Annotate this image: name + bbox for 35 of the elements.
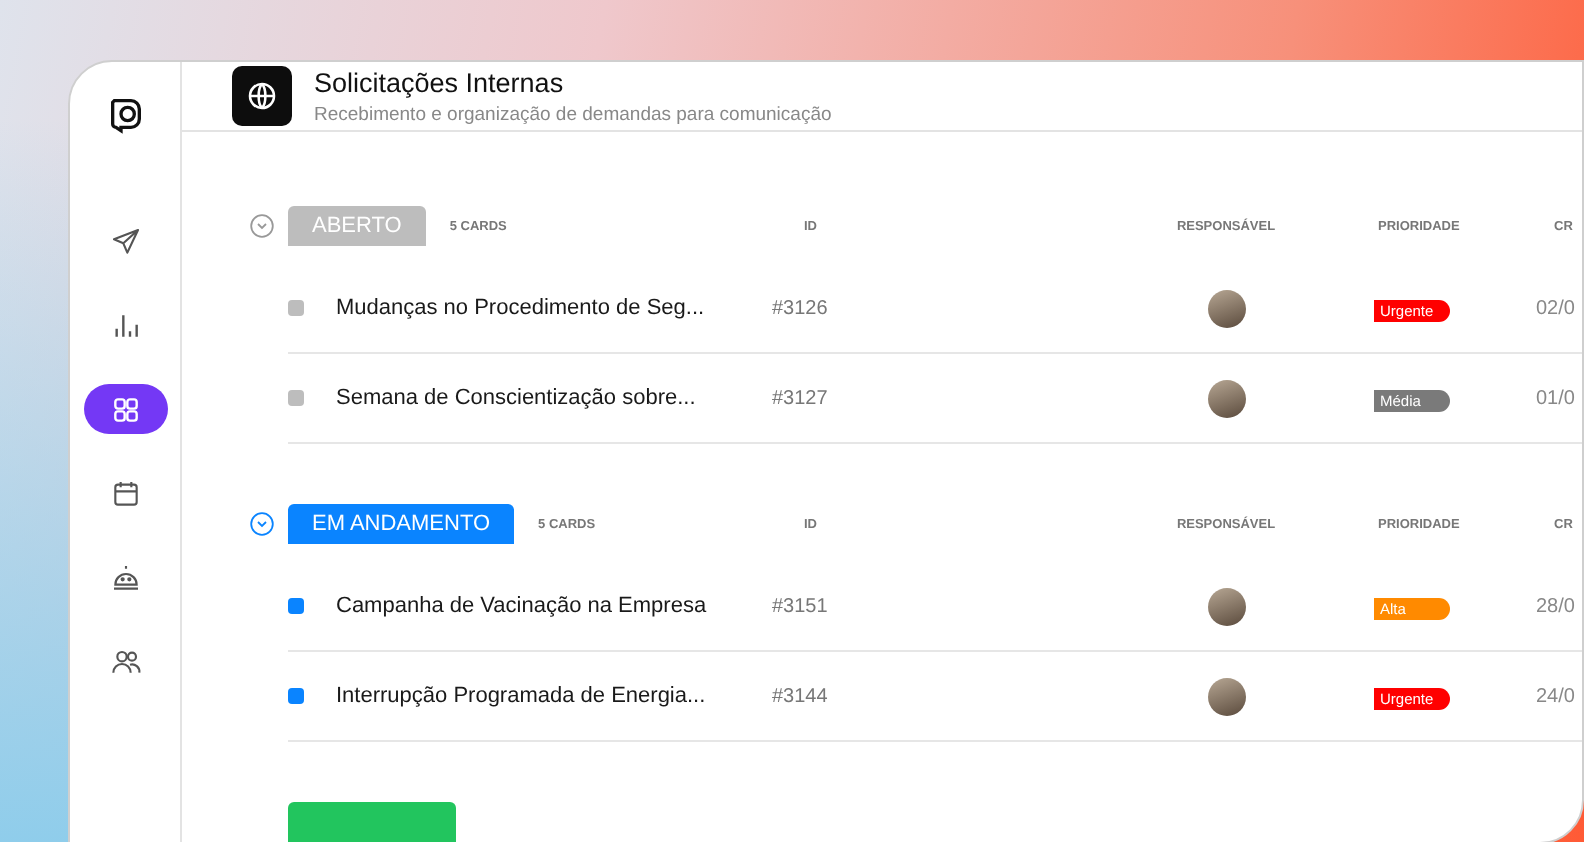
status-square-icon [288,300,304,316]
avatar [1207,289,1245,327]
status-square-icon [288,598,304,614]
task-date: 24/0 [1536,685,1577,707]
status-square-icon [288,688,304,704]
page-title: Solicitações Internas [314,67,566,97]
task-id: #3127 [772,387,830,409]
page-subtitle: Recebimento e organização de demandas para comunicação [314,103,832,125]
task-id: #3126 [772,297,830,319]
send-icon [109,225,141,257]
users-icon [109,645,141,677]
nav-item[interactable] [83,384,167,434]
calendar-icon [109,477,141,509]
task-title[interactable]: Semana de Conscientização sobre... [336,386,772,410]
task-date: 01/0 [1536,387,1577,409]
task-date: 02/0 [1536,297,1577,319]
task-id: #3151 [772,595,830,617]
task-title[interactable]: Mudanças no Procedimento de Seg... [336,296,772,320]
grid-icon [109,393,141,425]
task-id: #3144 [772,685,830,707]
avatar [1207,379,1245,417]
task-title[interactable]: Campanha de Vacinação na Empresa [336,594,772,618]
status-square-icon [288,390,304,406]
collapse-toggle-icon[interactable] [250,512,274,536]
logo-icon [105,94,145,134]
avatar [1207,677,1245,715]
task-date: 28/0 [1536,595,1577,617]
avatar [1207,587,1245,625]
collapse-toggle-icon[interactable] [250,214,274,238]
task-title[interactable]: Interrupção Programada de Energia... [336,684,772,708]
robot-icon [109,561,141,593]
bar-chart-icon [109,309,141,341]
status-tag: ABERTO [288,206,426,246]
globe-icon [232,66,292,126]
status-tag: EM ANDAMENTO [288,504,515,544]
